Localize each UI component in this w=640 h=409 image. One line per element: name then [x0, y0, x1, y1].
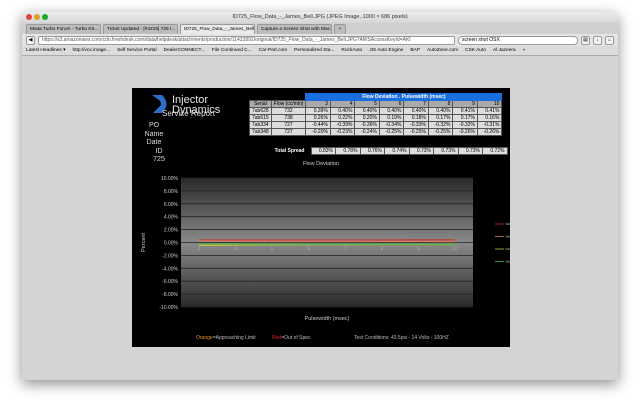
series-line-7ab615 [198, 240, 456, 243]
bookmark-item[interactable]: Car-Part.com [259, 46, 288, 55]
bookmark-item[interactable]: Self Service Portal [117, 46, 156, 55]
red-desc: =Out of Spec [281, 335, 311, 341]
bookmark-item[interactable]: BAP [410, 46, 420, 55]
minimize-button[interactable] [34, 14, 40, 20]
y-tick-label: -4.00% [162, 266, 178, 272]
orange-label: Orange [196, 335, 213, 341]
bookmark-item[interactable]: RockAuto [341, 46, 362, 55]
y-tick-label: 0.00% [164, 241, 179, 247]
back-button[interactable]: ◀ [26, 35, 35, 45]
orange-desc: =Approaching Limit [212, 335, 256, 341]
legend-orange: Orange=Approaching Limit [196, 335, 256, 341]
nav-bar: ◀ https://s3.amazonaws.com/cdn.freshdesk… [22, 34, 618, 46]
y-tick-label: -10.00% [159, 305, 178, 311]
home-icon[interactable]: ⌂ [605, 35, 614, 45]
bookmarks-button[interactable]: ▤ [581, 35, 590, 45]
bookmarks-bar: Latest Headlines ▾ http://vcx.image... Sel… [22, 46, 618, 56]
y-axis-label: Percent [141, 233, 147, 252]
x-tick-label: 6 [307, 247, 310, 253]
bookmark-item[interactable]: JIS Auto Engine [369, 46, 403, 55]
legend-label: 7ab334 [505, 248, 510, 251]
y-tick-label: -2.00% [162, 253, 178, 259]
bookmark-item[interactable]: AutoZone.com [427, 46, 458, 55]
red-label: Red [272, 335, 282, 341]
legend-red: Red=Out of Spec [272, 335, 311, 341]
test-conditions: Test Conditions: 43.5psi - 14 Volts - 10… [354, 335, 449, 341]
search-input[interactable]: screen shot OSX [458, 35, 578, 45]
tab-bar: Miata Turbo Forum - Turbo Kit... Ticket … [22, 23, 618, 34]
new-tab-button[interactable]: + [334, 24, 346, 34]
bookmark-item[interactable]: Latest Headlines ▾ [26, 46, 65, 55]
x-axis-label: Pulsewidth (msec) [305, 316, 350, 322]
x-tick-label: 5 [271, 247, 274, 253]
y-tick-label: 2.00% [164, 228, 179, 234]
x-tick-label: 4 [234, 247, 237, 253]
y-tick-label: -8.00% [162, 292, 178, 298]
close-button[interactable] [26, 14, 32, 20]
y-tick-label: 4.00% [164, 215, 179, 221]
page-content: Injector Dynamics Service Report PO Name … [22, 56, 618, 380]
tab[interactable]: Miata Turbo Forum - Turbo Kit... [26, 24, 101, 34]
legend-label: 7ab615 [505, 236, 510, 239]
url-bar[interactable]: https://s3.amazonaws.com/cdn.freshdesk.c… [38, 35, 455, 45]
download-icon[interactable]: ↓ [593, 35, 602, 45]
x-tick-label: 9 [417, 247, 420, 253]
legend-label: 7ab348 [505, 261, 510, 264]
bookmark-item[interactable]: » [523, 46, 526, 55]
x-tick-label: 10 [452, 247, 458, 253]
bookmark-item[interactable]: CSK Auto [465, 46, 486, 55]
y-tick-label: 10.00% [161, 176, 179, 182]
report-image: Injector Dynamics Service Report PO Name … [132, 88, 510, 347]
bookmark-item[interactable]: DealerCONNECT... [164, 46, 205, 55]
bookmark-item[interactable]: Al Jazeera [493, 46, 516, 55]
window-title: ID725_Flow_Data_-_James_Bell.JPG (JPEG I… [232, 14, 408, 20]
browser-window: ID725_Flow_Data_-_James_Bell.JPG (JPEG I… [22, 12, 618, 380]
bookmark-item[interactable]: http://vcx.image... [72, 46, 110, 55]
bookmark-item[interactable]: File Continued C... [212, 46, 252, 55]
y-tick-label: 6.00% [164, 202, 179, 208]
tab-active[interactable]: ID725_Flow_Data_-_James_Bell... [180, 24, 255, 34]
bookmark-item[interactable]: Personalized Sta... [294, 46, 334, 55]
tab[interactable]: Capture a Screen Shot with Mac... [257, 24, 332, 34]
y-tick-label: -6.00% [162, 279, 178, 285]
x-tick-label: 7 [344, 247, 347, 253]
tab[interactable]: Ticket Updated - [#4215] 725 I... [103, 24, 178, 34]
x-tick-label: 3 [198, 247, 201, 253]
title-bar: ID725_Flow_Data_-_James_Bell.JPG (JPEG I… [22, 12, 618, 23]
flow-deviation-chart: 10.00% 8.00% 6.00% 4.00% 2.00% 0.00% -2.00% -4.… [141, 176, 510, 322]
legend-label: 7ab628 [505, 223, 510, 226]
y-tick-label: 8.00% [164, 189, 179, 195]
x-tick-label: 8 [380, 247, 383, 253]
zoom-button[interactable] [42, 14, 48, 20]
